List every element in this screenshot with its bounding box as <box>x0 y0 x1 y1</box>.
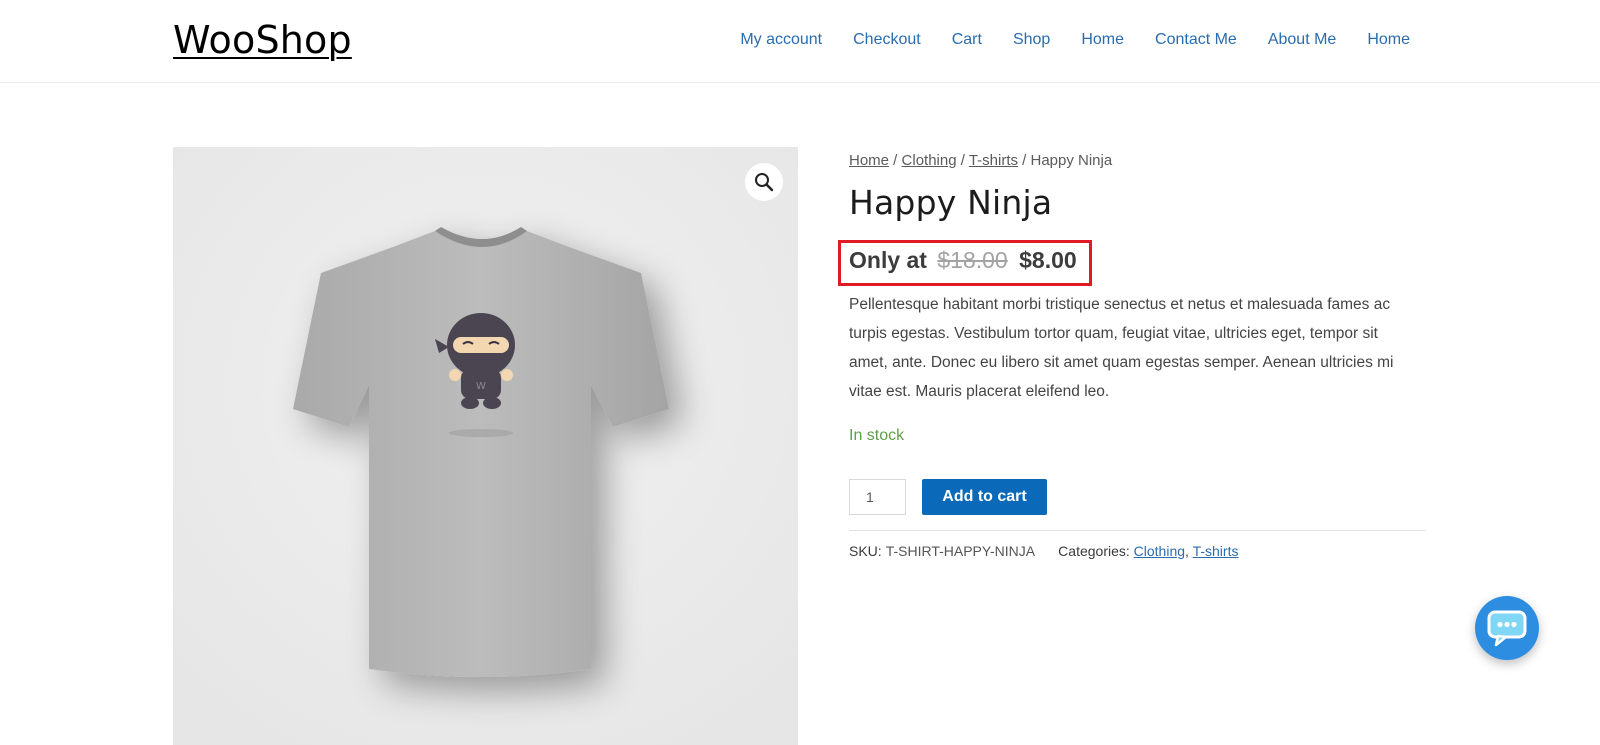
breadcrumb-clothing-link[interactable]: Clothing <box>902 152 957 169</box>
add-to-cart-button[interactable]: Add to cart <box>922 479 1047 515</box>
old-price: $18.00 <box>937 247 1008 273</box>
category-clothing-link[interactable]: Clothing <box>1134 543 1185 559</box>
categories-label: Categories: <box>1058 543 1130 559</box>
breadcrumb-current: / Happy Ninja <box>1017 152 1113 169</box>
sku-value: T-SHIRT-HAPPY-NINJA <box>885 543 1035 559</box>
quantity-input[interactable]: 1 <box>849 479 906 515</box>
nav-about-me[interactable]: About Me <box>1268 31 1336 49</box>
category-tshirts-link[interactable]: T-shirts <box>1193 543 1239 559</box>
site-title-link[interactable]: WooShop <box>173 18 352 62</box>
sku-label: SKU: <box>849 543 882 559</box>
nav-shop[interactable]: Shop <box>1013 31 1050 49</box>
divider <box>849 530 1426 531</box>
nav-home-2[interactable]: Home <box>1367 31 1410 49</box>
price-prefix: Only at <box>849 247 927 273</box>
product-gallery[interactable]: W <box>173 147 798 745</box>
nav-cart[interactable]: Cart <box>952 31 982 49</box>
category-separator: , <box>1185 543 1193 559</box>
main-navigation: My account Checkout Cart Shop Home Conta… <box>709 31 1410 49</box>
magnifier-icon <box>755 173 774 192</box>
nav-checkout[interactable]: Checkout <box>853 31 921 49</box>
site-header: WooShop My account Checkout Cart Shop Ho… <box>0 0 1600 83</box>
product-image-tshirt: W <box>173 147 798 745</box>
product-meta: SKU: T-SHIRT-HAPPY-NINJA Categories: Clot… <box>849 543 1238 559</box>
stock-status: In stock <box>849 427 905 444</box>
breadcrumb-tshirts-link[interactable]: T-shirts <box>969 152 1018 169</box>
chat-button[interactable] <box>1475 596 1539 660</box>
chat-bubble-icon <box>1487 610 1527 647</box>
nav-contact-me[interactable]: Contact Me <box>1155 31 1237 49</box>
breadcrumb: Home / Clothing / T-shirts / Happy Ninja <box>849 152 1426 172</box>
breadcrumb-separator: / <box>956 152 969 169</box>
sale-price: $8.00 <box>1019 247 1077 273</box>
breadcrumb-home-link[interactable]: Home <box>849 152 889 169</box>
nav-my-account[interactable]: My account <box>740 31 822 49</box>
svg-text:W: W <box>476 381 486 392</box>
product-price: Only at $18.00 $8.00 <box>849 247 1077 274</box>
nav-home[interactable]: Home <box>1081 31 1124 49</box>
breadcrumb-separator: / <box>889 152 902 169</box>
product-title: Happy Ninja <box>849 183 1053 222</box>
product-summary: Home / Clothing / T-shirts / Happy Ninja… <box>838 147 1426 559</box>
product-description: Pellentesque habitant morbi tristique se… <box>849 296 1394 400</box>
zoom-button[interactable] <box>745 163 783 201</box>
